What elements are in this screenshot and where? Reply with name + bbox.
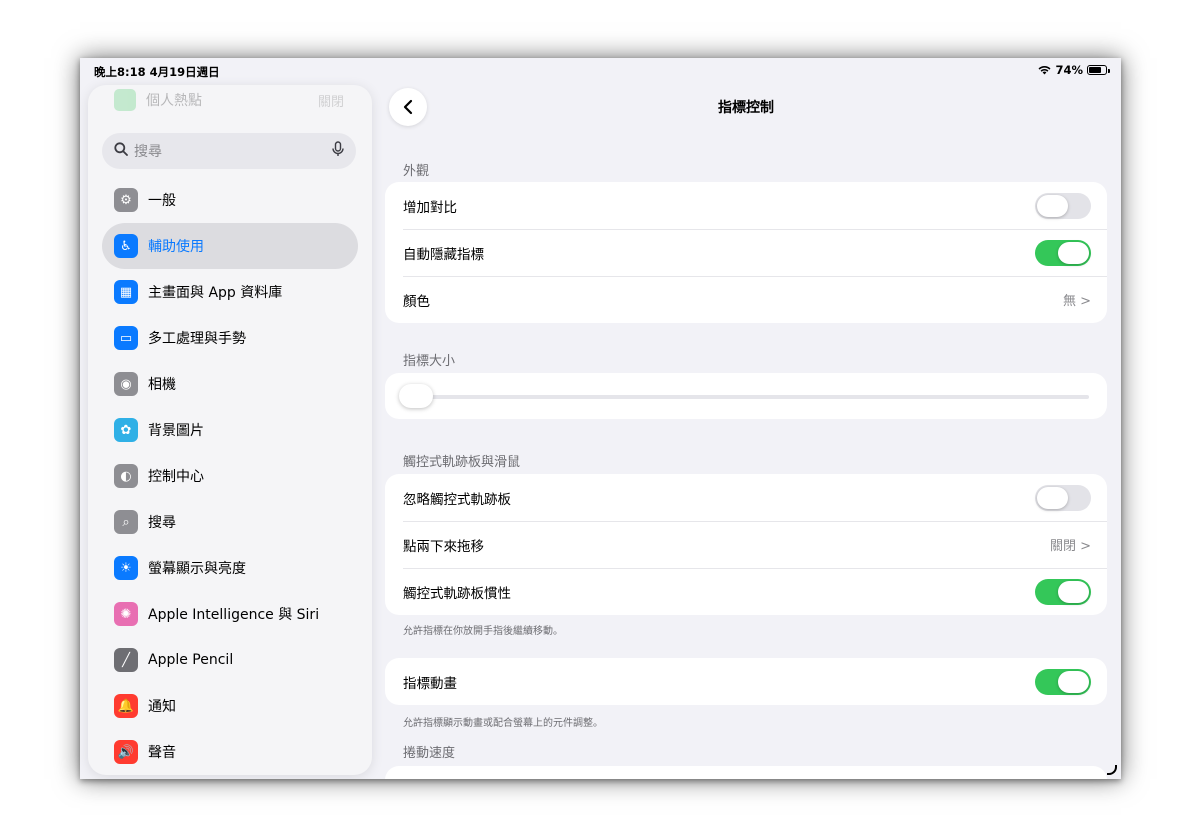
sidebar-item-label: 一般 bbox=[148, 193, 176, 209]
sidebar-item-value: 關閉 bbox=[317, 94, 344, 110]
sidebar-item-label: 多工處理與手勢 bbox=[148, 331, 246, 347]
settings-row[interactable]: 增加對比 bbox=[385, 182, 1107, 229]
settings-row[interactable]: 點兩下來拖移 關閉 > bbox=[385, 521, 1107, 568]
settings-row[interactable]: 觸控式軌跡板慣性 bbox=[385, 568, 1107, 615]
toggle-knob bbox=[1037, 486, 1068, 509]
search-icon bbox=[114, 142, 128, 160]
settings-row-label: 觸控式軌跡板慣性 bbox=[403, 585, 511, 602]
settings-row-label: 指標動畫 bbox=[403, 675, 457, 692]
sidebar-item-5[interactable]: ✿ 背景圖片 bbox=[102, 407, 358, 453]
sidebar-item-12[interactable]: 🔊 聲音 bbox=[102, 729, 358, 775]
hotspot-icon bbox=[114, 89, 136, 111]
wifi-icon bbox=[1038, 66, 1051, 75]
toggle-switch[interactable] bbox=[1035, 668, 1091, 695]
sidebar-item-label: Apple Pencil bbox=[148, 652, 234, 668]
sidebar-item-label: 螢幕顯示與亮度 bbox=[148, 561, 246, 577]
brightness-icon: ☀ bbox=[114, 556, 138, 580]
toggle-switch[interactable] bbox=[1035, 239, 1091, 266]
sidebar-item-9[interactable]: ✺ Apple Intelligence 與 Siri bbox=[102, 591, 358, 637]
sidebar-item-label: 搜尋 bbox=[148, 515, 176, 531]
sidebar-item-label: 通知 bbox=[148, 699, 176, 715]
page-title: 指標控制 bbox=[718, 100, 774, 116]
sidebar-item-label: 個人熱點 bbox=[146, 93, 202, 109]
settings-row[interactable]: 指標動畫 bbox=[385, 658, 1107, 705]
ipad-screen: 晚上8:18 4月19日週日 74% 個人熱點 關閉 搜尋 ⚙ 一般 ♿ 輔助使… bbox=[80, 58, 1121, 779]
status-indicators: 74% bbox=[1038, 63, 1110, 77]
sidebar-item-label: 控制中心 bbox=[148, 469, 204, 485]
sidebar-item-2[interactable]: ▦ 主畫面與 App 資料庫 bbox=[102, 269, 358, 315]
appearance-group: 增加對比自動隱藏指標 顏色 無 > bbox=[385, 182, 1107, 323]
corner-indicator bbox=[1107, 765, 1117, 775]
sidebar-item-6[interactable]: ◐ 控制中心 bbox=[102, 453, 358, 499]
settings-row-value: 無 > bbox=[1062, 294, 1091, 309]
section-header-pointer-size: 指標大小 bbox=[403, 354, 456, 369]
accessibility-icon: ♿ bbox=[114, 234, 138, 258]
settings-row[interactable]: 顏色 無 > bbox=[385, 276, 1107, 323]
sidebar-item-4[interactable]: ◉ 相機 bbox=[102, 361, 358, 407]
toggle-switch[interactable] bbox=[1035, 192, 1091, 219]
scroll-speed-group bbox=[385, 766, 1107, 779]
settings-row-label: 顏色 bbox=[403, 293, 430, 310]
section-header-trackpad: 觸控式軌跡板與滑鼠 bbox=[403, 455, 521, 470]
battery-percent: 74% bbox=[1055, 63, 1083, 77]
pointer-control-pane: 指標控制 外觀 增加對比自動隱藏指標 顏色 無 > 指標大小 觸控式軌跡板與滑鼠 忽… bbox=[385, 82, 1107, 779]
pencil-icon: ╱ bbox=[114, 648, 138, 672]
toggle-switch[interactable] bbox=[1035, 578, 1091, 605]
home-screen-icon: ▦ bbox=[114, 280, 138, 304]
sidebar-item-10[interactable]: ╱ Apple Pencil bbox=[102, 637, 358, 683]
battery-icon bbox=[1087, 65, 1110, 75]
sound-icon: 🔊 bbox=[114, 740, 138, 764]
status-bar: 晚上8:18 4月19日週日 74% bbox=[80, 58, 1121, 82]
wallpaper-icon: ✿ bbox=[114, 418, 138, 442]
status-time: 晚上8:18 4月19日週日 bbox=[94, 65, 220, 79]
settings-row[interactable]: 忽略觸控式軌跡板 bbox=[385, 474, 1107, 521]
settings-row-label: 自動隱藏指標 bbox=[403, 246, 484, 263]
sidebar-item-11[interactable]: 🔔 通知 bbox=[102, 683, 358, 729]
search-icon: ⌕ bbox=[114, 510, 138, 534]
pointer-size-track[interactable] bbox=[415, 395, 1089, 399]
settings-sidebar: 個人熱點 關閉 搜尋 ⚙ 一般 ♿ 輔助使用 ▦ 主畫面與 App 資料庫 ▭ 多工處理與手勢… bbox=[88, 85, 372, 775]
sidebar-item-3[interactable]: ▭ 多工處理與手勢 bbox=[102, 315, 358, 361]
settings-row-label: 忽略觸控式軌跡板 bbox=[403, 491, 511, 508]
siri-icon: ✺ bbox=[114, 602, 138, 626]
notification-icon: 🔔 bbox=[114, 694, 138, 718]
microphone-icon[interactable] bbox=[332, 141, 344, 161]
settings-row-label: 點兩下來拖移 bbox=[403, 538, 484, 555]
sidebar-item-8[interactable]: ☀ 螢幕顯示與亮度 bbox=[102, 545, 358, 591]
sidebar-item-label: 輔助使用 bbox=[148, 239, 204, 255]
search-field[interactable]: 搜尋 bbox=[102, 133, 356, 169]
battery-level bbox=[1089, 67, 1101, 73]
pointer-size-group bbox=[385, 373, 1107, 419]
gear-icon: ⚙ bbox=[114, 188, 138, 212]
settings-row-label: 增加對比 bbox=[403, 199, 457, 216]
trackpad-group: 忽略觸控式軌跡板 點兩下來拖移 關閉 > 觸控式軌跡板慣性 bbox=[385, 474, 1107, 615]
sidebar-item-label: 背景圖片 bbox=[148, 423, 204, 439]
sidebar-list: ⚙ 一般 ♿ 輔助使用 ▦ 主畫面與 App 資料庫 ▭ 多工處理與手勢 ◉ 相機 ✿ 背景圖片 ◐ 控制… bbox=[102, 177, 358, 775]
sidebar-item-label: 相機 bbox=[148, 377, 176, 393]
trackpad-inertia-footnote: 允許指標在你放開手指後繼續移動。 bbox=[403, 626, 563, 637]
animation-group: 指標動畫 bbox=[385, 658, 1107, 705]
pointer-size-slider-knob[interactable] bbox=[399, 384, 433, 408]
toggle-knob bbox=[1058, 241, 1089, 264]
pointer-animation-footnote: 允許指標顯示動畫或配合螢幕上的元件調整。 bbox=[403, 718, 603, 729]
sidebar-item-0[interactable]: ⚙ 一般 bbox=[102, 177, 358, 223]
sidebar-item-1[interactable]: ♿ 輔助使用 bbox=[102, 223, 358, 269]
toggle-knob bbox=[1058, 580, 1089, 603]
search-placeholder: 搜尋 bbox=[134, 144, 162, 160]
camera-icon: ◉ bbox=[114, 372, 138, 396]
toggle-knob bbox=[1058, 670, 1089, 693]
sidebar-item-label: 聲音 bbox=[148, 745, 176, 761]
multitasking-icon: ▭ bbox=[114, 326, 138, 350]
sidebar-item-7[interactable]: ⌕ 搜尋 bbox=[102, 499, 358, 545]
settings-row-value: 關閉 > bbox=[1049, 539, 1091, 554]
sidebar-item-label: Apple Intelligence 與 Siri bbox=[148, 607, 320, 623]
section-header-appearance: 外觀 bbox=[403, 164, 430, 179]
toggle-switch[interactable] bbox=[1035, 484, 1091, 511]
sidebar-item-hotspot[interactable]: 個人熱點 關閉 bbox=[114, 89, 344, 111]
toggle-knob bbox=[1037, 194, 1068, 217]
section-header-scroll-speed: 捲動速度 bbox=[403, 746, 456, 761]
sidebar-item-label: 主畫面與 App 資料庫 bbox=[148, 285, 283, 301]
control-center-icon: ◐ bbox=[114, 464, 138, 488]
settings-row[interactable]: 自動隱藏指標 bbox=[385, 229, 1107, 276]
